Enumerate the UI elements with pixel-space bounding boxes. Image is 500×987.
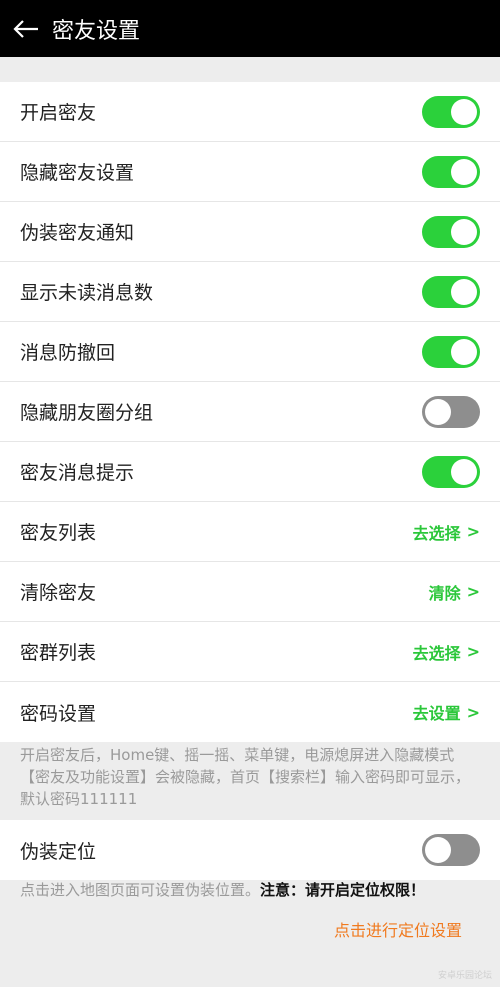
toggle-knob (425, 837, 451, 863)
setting-toggle[interactable] (422, 395, 480, 428)
toggle-knob (425, 398, 451, 425)
toggle-knob (451, 218, 477, 245)
settings-row[interactable]: 清除密友 清除 > (0, 562, 500, 622)
row-action-link[interactable]: 清除 > (429, 580, 480, 604)
location-note-text: 点击进入地图页面可设置伪装位置。 (20, 881, 261, 899)
page-title: 密友设置 (52, 18, 141, 44)
action-label: 清除 (428, 583, 461, 603)
setting-toggle[interactable] (422, 215, 480, 248)
row-label: 伪装定位 (20, 840, 97, 863)
settings-row[interactable]: 显示未读消息数 (0, 262, 500, 322)
row-label: 消息防撤回 (20, 342, 116, 364)
settings-row[interactable]: 伪装密友通知 (0, 202, 500, 262)
row-fake-location[interactable]: 伪装定位 (0, 820, 500, 880)
app-header: 密友设置 (0, 0, 500, 57)
settings-row[interactable]: 消息防撤回 (0, 322, 500, 382)
chevron-right-icon: > (466, 702, 480, 722)
row-label: 密友列表 (20, 522, 97, 544)
row-label: 伪装密友通知 (20, 222, 135, 244)
row-action-link[interactable]: 去设置 > (413, 700, 480, 724)
chevron-right-icon: > (466, 522, 480, 541)
settings-row[interactable]: 密友列表 去选择 > (0, 502, 500, 562)
row-action-link[interactable]: 去选择 > (413, 640, 480, 664)
action-label: 去设置 (412, 704, 461, 723)
watermark: 安卓乐园论坛 (437, 971, 492, 981)
toggle-knob (451, 278, 477, 305)
row-label: 显示未读消息数 (20, 282, 154, 304)
toggle-knob (451, 338, 477, 365)
back-arrow-icon (13, 19, 38, 38)
settings-row[interactable]: 密群列表 去选择 > (0, 622, 500, 682)
row-label: 开启密友 (20, 102, 97, 124)
setting-toggle[interactable] (422, 95, 480, 128)
settings-row[interactable]: 密友消息提示 (0, 442, 500, 502)
location-note: 点击进入地图页面可设置伪装位置。注意：请开启定位权限！ (20, 879, 482, 901)
row-label: 密码设置 (20, 702, 97, 725)
chevron-right-icon: > (466, 582, 480, 601)
row-label: 隐藏朋友圈分组 (20, 402, 154, 424)
setting-toggle[interactable] (422, 275, 480, 308)
row-label: 隐藏密友设置 (20, 162, 135, 184)
location-section: 伪装定位 (0, 820, 500, 880)
action-label: 去选择 (412, 523, 461, 543)
back-button[interactable] (0, 0, 52, 57)
location-warning: 注意：请开启定位权限！ (260, 881, 426, 899)
setting-toggle[interactable] (422, 455, 480, 488)
settings-row[interactable]: 隐藏朋友圈分组 (0, 382, 500, 442)
setting-toggle[interactable] (422, 155, 480, 188)
row-label: 清除密友 (20, 582, 97, 604)
row-label: 密群列表 (20, 642, 97, 664)
fake-location-toggle[interactable] (422, 834, 480, 866)
setting-toggle[interactable] (422, 335, 480, 368)
action-label: 去选择 (412, 643, 461, 663)
row-label: 密友消息提示 (20, 462, 135, 484)
toggle-knob (451, 158, 477, 185)
settings-list: 开启密友隐藏密友设置 伪装密友通知 显示未读消息数 消息防撤回隐藏朋友圈分组 密友消息提… (0, 82, 500, 742)
chevron-right-icon: > (466, 642, 480, 661)
settings-row[interactable]: 隐藏密友设置 (0, 142, 500, 202)
location-settings-link[interactable]: 点击进行定位设置 (334, 917, 462, 941)
toggle-knob (451, 98, 477, 125)
settings-row[interactable]: 密码设置 去设置 > (0, 682, 500, 742)
toggle-knob (451, 458, 477, 485)
hidden-mode-note: 开启密友后，Home键、摇一摇、菜单键，电源熄屏进入隐藏模式【密友及功能设置】会… (20, 746, 471, 808)
row-action-link[interactable]: 去选择 > (413, 520, 480, 544)
settings-row[interactable]: 开启密友 (0, 82, 500, 142)
